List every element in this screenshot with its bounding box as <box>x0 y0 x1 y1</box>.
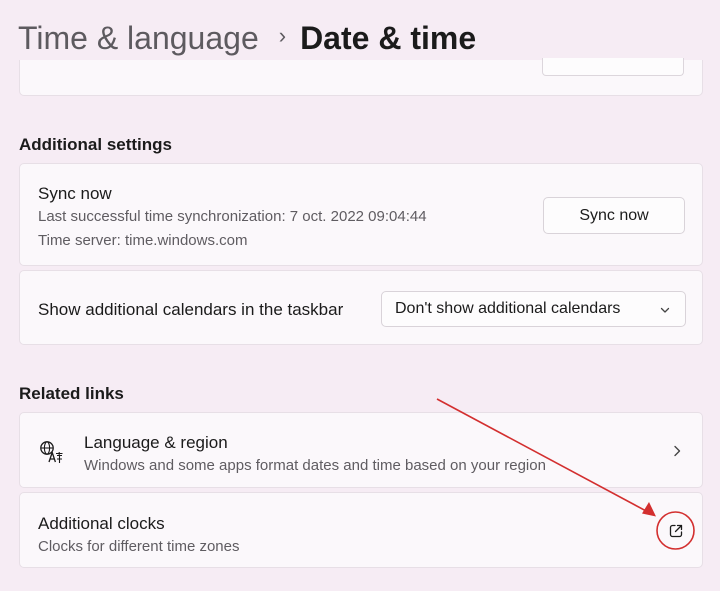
last-sync-text: Last successful time synchronization: 7 … <box>38 208 427 225</box>
additional-clocks-subtitle: Clocks for different time zones <box>38 538 240 555</box>
additional-clocks-title: Additional clocks <box>38 514 165 533</box>
related-links-heading: Related links <box>19 384 124 403</box>
page-title: Date & time <box>300 19 477 56</box>
external-link-icon[interactable] <box>668 523 684 539</box>
related-link-language-region[interactable]: Language & region Windows and some apps … <box>19 412 703 488</box>
breadcrumb-parent-link[interactable]: Time & language <box>18 20 259 57</box>
additional-calendars-dropdown[interactable]: Don't show additional calendars <box>381 291 686 327</box>
previous-setting-button[interactable] <box>542 58 684 76</box>
chevron-right-icon <box>674 445 681 457</box>
sync-now-button[interactable]: Sync now <box>543 197 685 234</box>
previous-setting-card <box>19 58 703 96</box>
sync-now-card: Sync now Last successful time synchroniz… <box>19 163 703 266</box>
additional-calendars-label: Show additional calendars in the taskbar <box>38 300 344 319</box>
chevron-down-icon <box>660 307 670 313</box>
additional-calendars-card: Show additional calendars in the taskbar… <box>19 270 703 345</box>
additional-calendars-selected: Don't show additional calendars <box>395 300 621 317</box>
language-icon <box>40 441 63 463</box>
additional-settings-heading: Additional settings <box>19 135 172 154</box>
breadcrumb: Time & language › Date & time <box>18 14 476 62</box>
sync-now-title: Sync now <box>38 184 112 203</box>
related-link-additional-clocks[interactable]: Additional clocks Clocks for different t… <box>19 492 703 568</box>
language-region-subtitle: Windows and some apps format dates and t… <box>84 457 546 474</box>
language-region-title: Language & region <box>84 433 228 452</box>
breadcrumb-separator: › <box>278 23 287 48</box>
time-server-text: Time server: time.windows.com <box>38 232 248 249</box>
